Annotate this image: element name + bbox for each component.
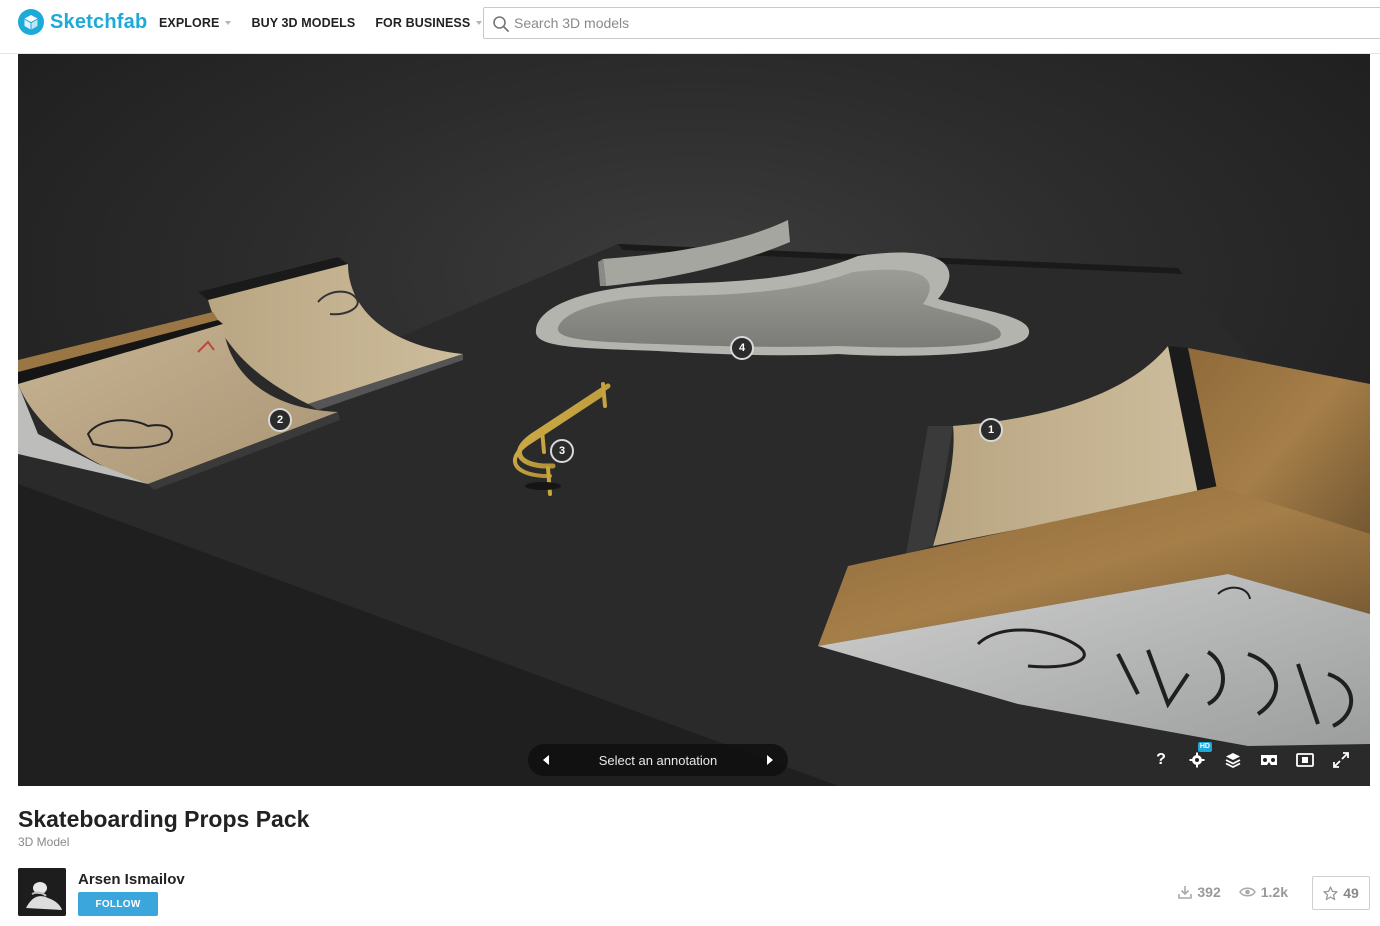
annotation-marker-1[interactable]: 1 [979,418,1003,442]
top-header: Sketchfab EXPLORE BUY 3D MODELS FOR BUSI… [0,0,1380,54]
like-button[interactable]: 49 [1312,876,1370,910]
download-icon [1178,886,1193,899]
model-stats: 392 1.2k [1160,884,1288,900]
star-icon [1323,885,1338,900]
layers-icon [1225,753,1241,768]
nav-explore-label: EXPLORE [159,16,220,30]
download-count: 392 [1178,884,1221,900]
layers-button[interactable] [1218,748,1248,772]
view-count: 1.2k [1238,884,1288,900]
annotation-number: 1 [987,424,995,436]
annotation-bar-label: Select an annotation [598,752,718,768]
chevron-down-icon [225,21,232,25]
nav-buy-3d-models[interactable]: BUY 3D MODELS [251,14,355,32]
nav-business-label: FOR BUSINESS [375,16,471,30]
download-count-value: 392 [1197,884,1221,900]
like-count: 49 [1343,885,1359,901]
vr-button[interactable] [1254,748,1284,772]
arrow-left-icon [543,755,549,765]
sketchfab-logo-icon [18,9,44,35]
help-button[interactable]: ? [1146,748,1176,772]
view-count-value: 1.2k [1260,884,1288,900]
avatar[interactable] [18,868,66,916]
brand-name: Sketchfab [50,10,148,33]
nav-buy-label: BUY 3D MODELS [251,16,356,30]
annotation-marker-3[interactable]: 3 [550,439,574,463]
vr-icon [1261,755,1277,765]
next-annotation-button[interactable] [752,744,788,776]
avatar-image [18,868,66,916]
main-nav: EXPLORE BUY 3D MODELS FOR BUSINESS [159,14,502,32]
annotation-number: 3 [558,445,566,457]
settings-icon [1189,752,1205,768]
annotation-number: 2 [276,414,284,426]
sketchfab-logo[interactable]: Sketchfab [18,8,147,36]
skatepark-scene [18,220,1370,786]
follow-button[interactable]: FOLLOW [78,892,158,916]
fullscreen-button[interactable] [1326,748,1356,772]
screen-mode-button[interactable] [1290,748,1320,772]
model-title: Skateboarding Props Pack [18,806,310,832]
search-input[interactable] [514,8,1364,38]
viewer-controls: ? HD [1140,742,1356,772]
model-type: 3D Model [18,835,70,849]
nav-explore[interactable]: EXPLORE [159,14,232,32]
chevron-down-icon [476,21,483,25]
arrow-right-icon [766,755,773,765]
screen-icon [1296,753,1314,767]
hd-badge: HD [1197,742,1212,752]
annotation-marker-4[interactable]: 4 [730,336,754,360]
search-icon [492,15,510,38]
nav-for-business[interactable]: FOR BUSINESS [375,14,483,32]
previous-annotation-button[interactable] [528,744,564,776]
author-name[interactable]: Arsen Ismailov [78,871,185,888]
help-icon: ? [1156,751,1166,768]
fullscreen-icon [1333,752,1349,768]
model-viewer[interactable]: 1 2 3 4 Select an annotation ? HD [18,54,1370,786]
settings-button[interactable]: HD [1182,742,1212,772]
search-box [483,7,1380,39]
eye-icon [1238,887,1256,897]
annotation-number: 4 [738,342,746,354]
annotation-navigator: Select an annotation [528,744,788,776]
annotation-marker-2[interactable]: 2 [268,408,292,432]
